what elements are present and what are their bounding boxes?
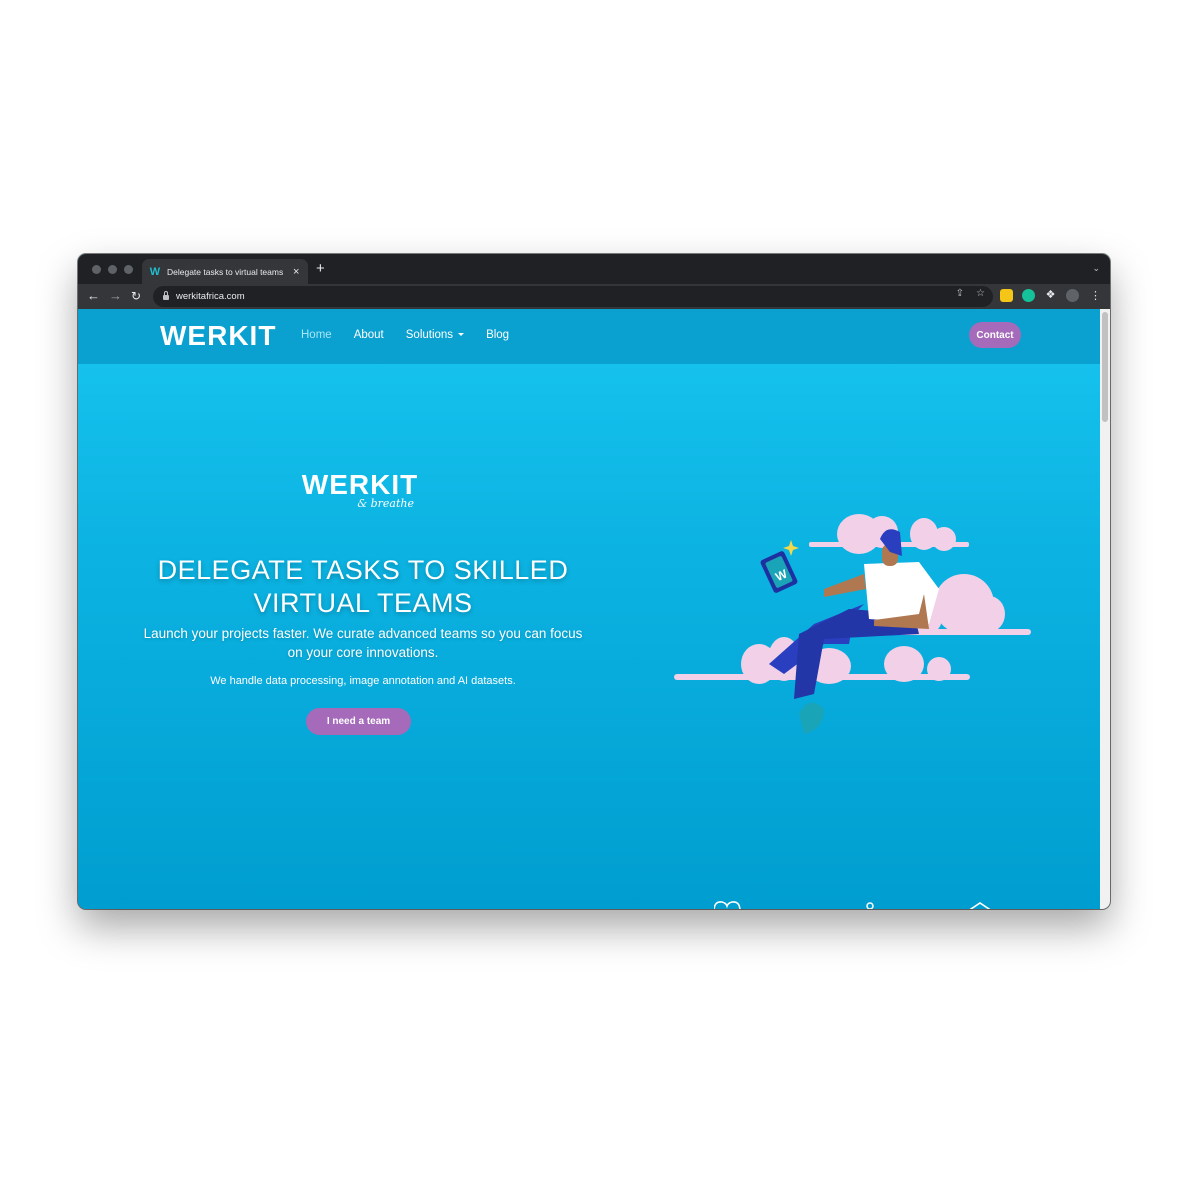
website-viewport: WERKIT Home About Solutions Blog Contact…	[78, 309, 1100, 909]
tab-close-icon[interactable]: ×	[293, 266, 299, 278]
close-window-dot[interactable]	[92, 265, 101, 274]
site-navbar: WERKIT Home About Solutions Blog Contact	[78, 309, 1100, 364]
menu-icon[interactable]: ⋮	[1090, 288, 1101, 304]
new-tab-button[interactable]: +	[316, 261, 325, 277]
hero-subline: Launch your projects faster. We curate a…	[143, 626, 583, 660]
tab-strip: W Delegate tasks to virtual teams × + ⌄	[78, 254, 1110, 284]
profile-avatar[interactable]	[1066, 289, 1079, 302]
feature-icons-row	[714, 901, 991, 909]
site-logo[interactable]: WERKIT	[160, 320, 276, 352]
nav-solutions-label: Solutions	[405, 329, 454, 341]
pin-icon	[866, 902, 874, 909]
hero-headline: DELEGATE TASKS TO SKILLED VIRTUAL TEAMS	[157, 555, 569, 618]
nav-solutions[interactable]: Solutions	[405, 329, 465, 341]
figure: W	[760, 529, 939, 734]
maximize-window-dot[interactable]	[124, 265, 133, 274]
extension-yellow-icon[interactable]	[1000, 289, 1013, 302]
hero-detail: We handle data processing, image annotat…	[210, 675, 516, 687]
scroll-thumb[interactable]	[1102, 312, 1108, 422]
url-text[interactable]: werkitafrica.com	[176, 291, 245, 302]
address-bar[interactable]: werkitafrica.com ⇪ ☆	[153, 286, 993, 307]
hero-logo: WERKIT & breathe	[300, 469, 420, 511]
contact-button[interactable]: Contact	[969, 322, 1021, 348]
forward-icon[interactable]: →	[109, 288, 122, 304]
lock-icon[interactable]	[163, 291, 169, 300]
browser-toolbar: ← → ↻ werkitafrica.com ⇪ ☆ ❖ ⋮	[78, 284, 1110, 309]
heart-icon	[714, 901, 741, 909]
browser-window: W Delegate tasks to virtual teams × + ⌄ …	[78, 254, 1110, 909]
hero-logo-word: WERKIT	[301, 469, 419, 500]
nav-home[interactable]: Home	[301, 329, 332, 341]
page-scrollbar[interactable]	[1100, 309, 1110, 909]
hexagon-icon	[969, 902, 991, 909]
star-icon[interactable]: ☆	[976, 288, 985, 299]
back-icon[interactable]: ←	[87, 288, 100, 304]
grammarly-icon[interactable]	[1022, 289, 1035, 302]
nav-about[interactable]: About	[354, 329, 384, 341]
tab-search-chevron-icon[interactable]: ⌄	[1092, 263, 1100, 274]
hero-illustration: W	[674, 514, 1031, 734]
browser-tab[interactable]: W Delegate tasks to virtual teams ×	[142, 259, 308, 284]
werkit-favicon-icon: W	[149, 265, 161, 278]
nav-blog[interactable]: Blog	[486, 329, 509, 341]
tab-title: Delegate tasks to virtual teams	[167, 266, 284, 277]
share-icon[interactable]: ⇪	[956, 288, 964, 299]
caret-down-icon	[458, 333, 465, 336]
reload-icon[interactable]: ↻	[131, 288, 141, 304]
window-controls[interactable]	[92, 265, 133, 274]
extensions-puzzle-icon[interactable]: ❖	[1044, 289, 1057, 302]
nav-links: Home About Solutions Blog	[301, 329, 509, 341]
minimize-window-dot[interactable]	[108, 265, 117, 274]
need-team-button[interactable]: I need a team	[306, 708, 411, 735]
